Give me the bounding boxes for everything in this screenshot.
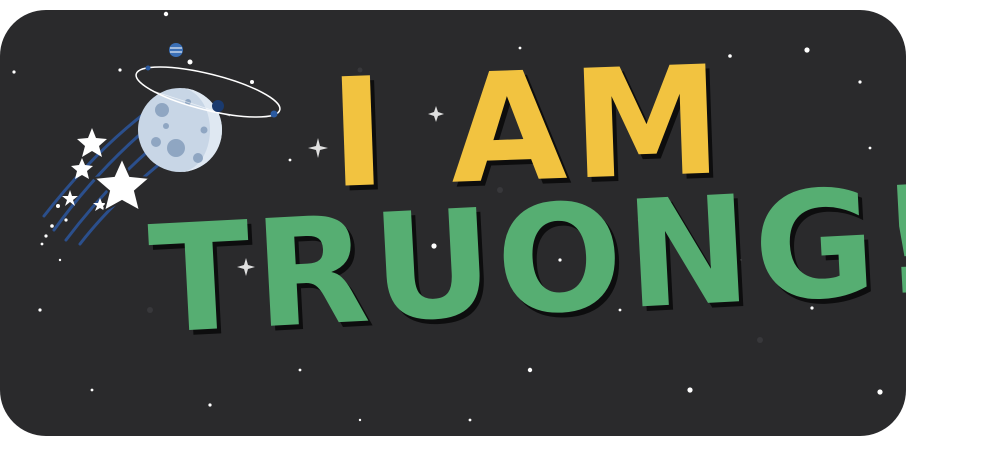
headline: I AM TRUONG! bbox=[0, 10, 906, 436]
headline-line2: TRUONG! bbox=[145, 153, 906, 367]
name-banner: I AM TRUONG! bbox=[0, 10, 906, 436]
